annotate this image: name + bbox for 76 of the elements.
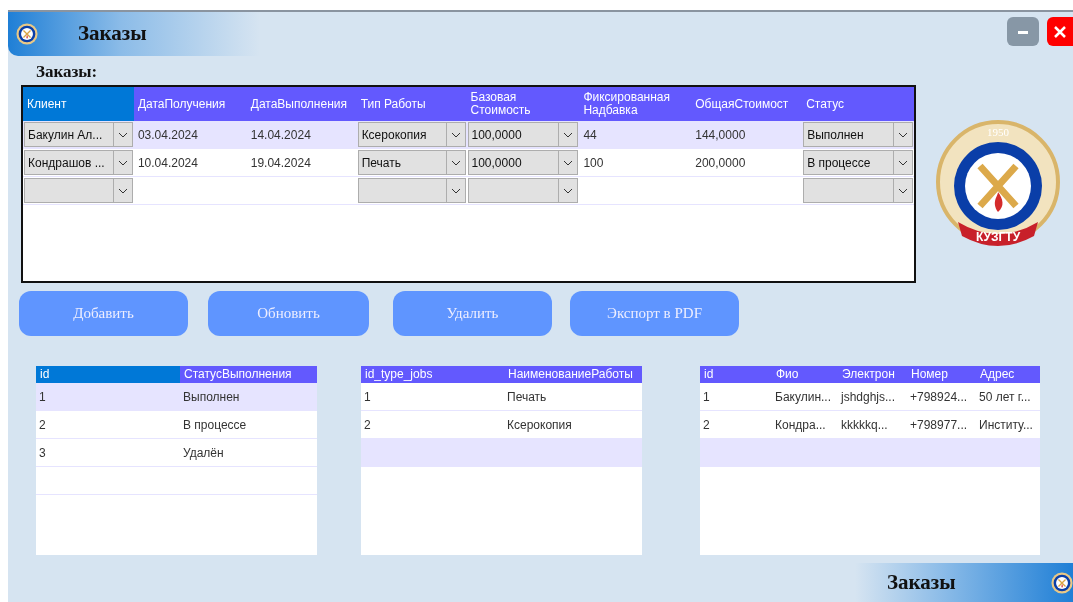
dropdown-cell[interactable]: Кондрашов ...: [24, 150, 133, 175]
column-header: Электрон: [841, 366, 896, 383]
column-header: Адрес: [979, 366, 1016, 383]
table-cell-text: 03.04.2024: [136, 126, 199, 144]
table-cell-text: Ксерокопия: [506, 416, 573, 434]
dropdown-cell[interactable]: Ксерокопия: [357, 122, 466, 147]
dropdown-cell[interactable]: [467, 178, 579, 203]
table-cell-text: Кондра...: [774, 416, 827, 434]
column-header: id_type_jobs: [364, 366, 434, 383]
table-cell-text: 1: [363, 388, 372, 406]
dropdown-cell[interactable]: 100,0000: [467, 122, 579, 147]
section-label: Заказы:: [36, 62, 99, 82]
chevron-icon: [117, 187, 128, 194]
close-icon: [1054, 25, 1066, 38]
window-title: Заказы: [78, 20, 147, 48]
dropdown-cell[interactable]: [24, 178, 133, 203]
column-header: Клиент: [23, 87, 134, 121]
table-cell-text: В процессе: [182, 416, 248, 434]
chevron-icon: [898, 131, 908, 138]
chevron-icon: [563, 187, 574, 194]
table-cell-text: Печать: [506, 388, 548, 406]
column-header: Статус: [805, 95, 846, 113]
column-header: id: [703, 366, 715, 383]
table-cell-text: 144,0000: [694, 126, 747, 144]
table-cell-text: Институ...: [978, 416, 1034, 434]
chevron-icon: [898, 187, 908, 194]
chevron-icon: [563, 159, 574, 166]
column-header: ДатаВыполнения: [249, 95, 348, 113]
dropdown-cell[interactable]: 100,0000: [467, 150, 579, 175]
close-button[interactable]: [1047, 17, 1073, 46]
chevron-icon: [450, 159, 461, 166]
column-header: НаименованиеРаботы: [507, 366, 634, 383]
table-cell-text: +798977...: [909, 416, 969, 434]
logo-icon: [1051, 572, 1073, 595]
table-cell-text: kkkkkq...: [840, 416, 889, 434]
column-header: СтатусВыполнения: [183, 366, 293, 383]
dropdown-cell[interactable]: Печать: [357, 150, 466, 175]
table-cell-text: 3: [38, 444, 47, 462]
column-header: id: [36, 366, 180, 383]
new-row[interactable]: [361, 439, 642, 467]
table-cell-text: +798924...: [909, 388, 969, 406]
chevron-icon: [450, 187, 461, 194]
dropdown-cell[interactable]: Бакулин Ал...: [24, 122, 133, 147]
new-row[interactable]: [700, 439, 1040, 467]
table-cell-text: Удалён: [182, 444, 225, 462]
table-cell-text: jshdghjs...: [839, 388, 897, 406]
column-header: Фиксированная Надбавка: [582, 89, 671, 119]
dropdown-cell[interactable]: [357, 178, 466, 203]
column-header: Номер: [910, 366, 949, 383]
table-cell-text: 1: [38, 388, 47, 406]
logo-icon: [16, 23, 38, 45]
chevron-icon: [898, 159, 908, 166]
table-cell-text: 2: [363, 416, 372, 434]
chevron-icon: [117, 159, 128, 166]
column-header: Базовая Стоимость: [469, 89, 532, 119]
chevron-icon: [563, 131, 574, 138]
column-header: ОбщаяСтоимост: [694, 95, 790, 113]
minimize-icon: [1018, 29, 1028, 34]
table-cell-text: 1: [702, 388, 711, 406]
minimize-button[interactable]: [1007, 17, 1039, 46]
dropdown-cell[interactable]: В процессе: [803, 150, 913, 175]
table-cell-text: 2: [38, 416, 47, 434]
dropdown-cell[interactable]: [803, 178, 913, 203]
chevron-icon: [450, 131, 461, 138]
column-header: Тип Работы: [359, 95, 427, 113]
chevron-icon: [117, 131, 128, 138]
table-cell-text: 14.04.2024: [249, 126, 312, 144]
column-header: ДатаПолучения: [136, 95, 227, 113]
table-cell-text: 44: [582, 126, 598, 144]
table-cell-text: 2: [702, 416, 711, 434]
column-header: Фио: [775, 366, 800, 383]
dropdown-cell[interactable]: Выполнен: [803, 122, 913, 147]
table-cell-text: 50 лет г...: [978, 388, 1032, 406]
table-cell-text: Бакулин...: [774, 388, 832, 406]
table-cell-text: Выполнен: [182, 388, 241, 406]
footer-title: Заказы: [887, 568, 956, 596]
